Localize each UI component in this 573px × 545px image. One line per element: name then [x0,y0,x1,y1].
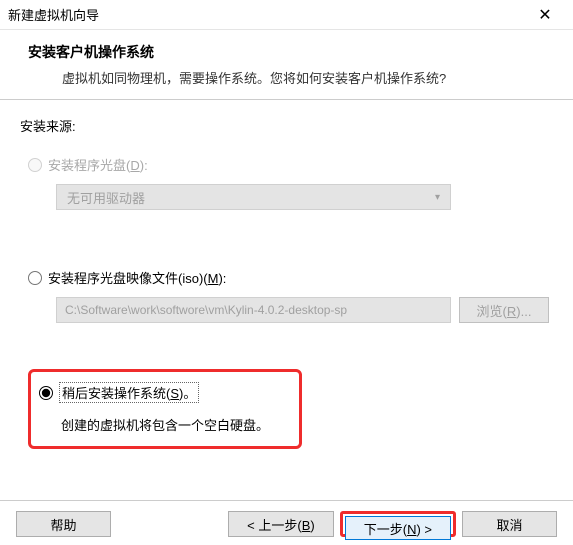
radio-installer-disc[interactable]: 安装程序光盘(D): [28,155,553,174]
option-installer-disc: 安装程序光盘(D): 无可用驱动器 ▾ [20,155,553,210]
next-button[interactable]: 下一步(N) > [345,516,451,540]
radio-installer-iso[interactable]: 安装程序光盘映像文件(iso)(M): [28,268,553,287]
titlebar: 新建虚拟机向导 ✕ [0,0,573,30]
cancel-button[interactable]: 取消 [462,511,557,537]
radio-later-input[interactable] [39,386,53,400]
option-install-later: 稍后安装操作系统(S)。 创建的虚拟机将包含一个空白硬盘。 [20,369,553,449]
next-button-highlight: 下一步(N) > [340,511,456,537]
radio-later-label: 稍后安装操作系统(S)。 [59,382,199,403]
radio-iso-input[interactable] [28,271,42,285]
page-title: 安装客户机操作系统 [28,42,561,62]
footer: 帮助 < 上一步(B) 下一步(N) > 取消 [0,500,573,537]
iso-path-input[interactable]: C:\Software\work\softwore\vm\Kylin-4.0.2… [56,297,451,323]
install-later-desc: 创建的虚拟机将包含一个空白硬盘。 [39,415,269,434]
help-button[interactable]: 帮助 [16,511,111,537]
drive-select-value: 无可用驱动器 [67,188,145,207]
radio-disc-input[interactable] [28,158,42,172]
chevron-down-icon: ▾ [435,192,440,203]
browse-button[interactable]: 浏览(R)... [459,297,549,323]
page-subtitle: 虚拟机如同物理机，需要操作系统。您将如何安装客户机操作系统? [28,68,561,87]
content-area: 安装来源: 安装程序光盘(D): 无可用驱动器 ▾ 安装程序光盘映像文件(iso… [0,100,573,467]
back-button[interactable]: < 上一步(B) [228,511,334,537]
install-source-label: 安装来源: [20,116,553,135]
radio-install-later[interactable]: 稍后安装操作系统(S)。 [39,382,269,403]
highlight-box: 稍后安装操作系统(S)。 创建的虚拟机将包含一个空白硬盘。 [28,369,302,449]
drive-select[interactable]: 无可用驱动器 ▾ [56,184,451,210]
radio-iso-label: 安装程序光盘映像文件(iso)(M): [48,268,226,287]
window-title: 新建虚拟机向导 [8,5,99,24]
option-installer-iso: 安装程序光盘映像文件(iso)(M): C:\Software\work\sof… [20,268,553,323]
wizard-header: 安装客户机操作系统 虚拟机如同物理机，需要操作系统。您将如何安装客户机操作系统? [0,30,573,99]
radio-disc-label: 安装程序光盘(D): [48,155,148,174]
close-icon[interactable]: ✕ [525,5,565,25]
